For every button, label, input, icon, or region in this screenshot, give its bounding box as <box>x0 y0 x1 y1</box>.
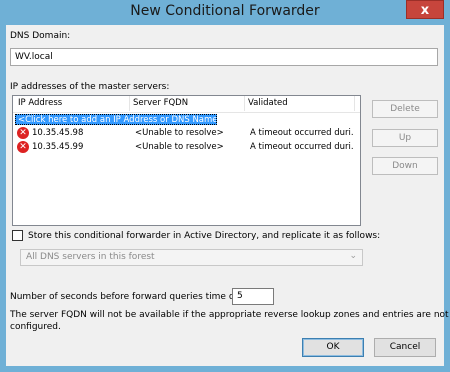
column-server-fqdn[interactable]: Server FQDN <box>133 98 188 108</box>
column-separator <box>129 96 130 111</box>
timeout-label: Number of seconds before forward queries… <box>10 292 247 302</box>
window-title: New Conditional Forwarder <box>130 3 320 19</box>
dialog-window: New Conditional Forwarder x DNS Domain: … <box>0 0 450 372</box>
chevron-down-icon: ⌄ <box>349 251 357 261</box>
down-button[interactable]: Down <box>372 157 438 175</box>
row-ip: 10.35.45.98 <box>32 128 84 138</box>
master-servers-list[interactable]: IP Address Server FQDN Validated <Click … <box>12 95 361 226</box>
add-server-row[interactable]: <Click here to add an IP Address or DNS … <box>15 114 217 125</box>
table-row[interactable]: ✕ 10.35.45.98 <Unable to resolve> A time… <box>15 127 355 140</box>
fqdn-note-line2: configured. <box>10 322 61 332</box>
delete-button[interactable]: Delete <box>372 100 438 118</box>
table-row[interactable]: ✕ 10.35.45.99 <Unable to resolve> A time… <box>15 141 355 154</box>
column-validated[interactable]: Validated <box>248 98 288 108</box>
error-icon: ✕ <box>17 127 29 139</box>
row-fqdn: <Unable to resolve> <box>135 142 224 152</box>
close-button[interactable]: x <box>406 0 444 19</box>
row-ip: 10.35.45.99 <box>32 142 84 152</box>
master-servers-label: IP addresses of the master servers: <box>10 82 170 92</box>
cancel-button[interactable]: Cancel <box>374 338 436 357</box>
ok-button[interactable]: OK <box>302 338 364 357</box>
up-button[interactable]: Up <box>372 129 438 147</box>
dialog-client-area: DNS Domain: WV.local IP addresses of the… <box>6 25 449 366</box>
column-ip-address[interactable]: IP Address <box>18 98 62 108</box>
column-separator <box>354 96 355 111</box>
column-separator <box>244 96 245 111</box>
fqdn-note-line1: The server FQDN will not be available if… <box>10 310 449 320</box>
row-fqdn: <Unable to resolve> <box>135 128 224 138</box>
timeout-input[interactable]: 5 <box>232 288 274 305</box>
dns-domain-input[interactable]: WV.local <box>10 48 438 66</box>
error-icon: ✕ <box>17 141 29 153</box>
row-validated: A timeout occurred duri... <box>250 142 354 152</box>
dns-domain-label: DNS Domain: <box>10 31 71 41</box>
store-in-ad-label[interactable]: Store this conditional forwarder in Acti… <box>28 231 380 241</box>
store-in-ad-checkbox[interactable] <box>12 230 23 241</box>
list-header: IP Address Server FQDN Validated <box>13 96 360 113</box>
replication-scope-value: All DNS servers in this forest <box>26 252 155 262</box>
title-bar[interactable]: New Conditional Forwarder x <box>0 0 450 25</box>
replication-scope-select[interactable]: All DNS servers in this forest ⌄ <box>20 249 363 266</box>
row-validated: A timeout occurred duri... <box>250 128 354 138</box>
